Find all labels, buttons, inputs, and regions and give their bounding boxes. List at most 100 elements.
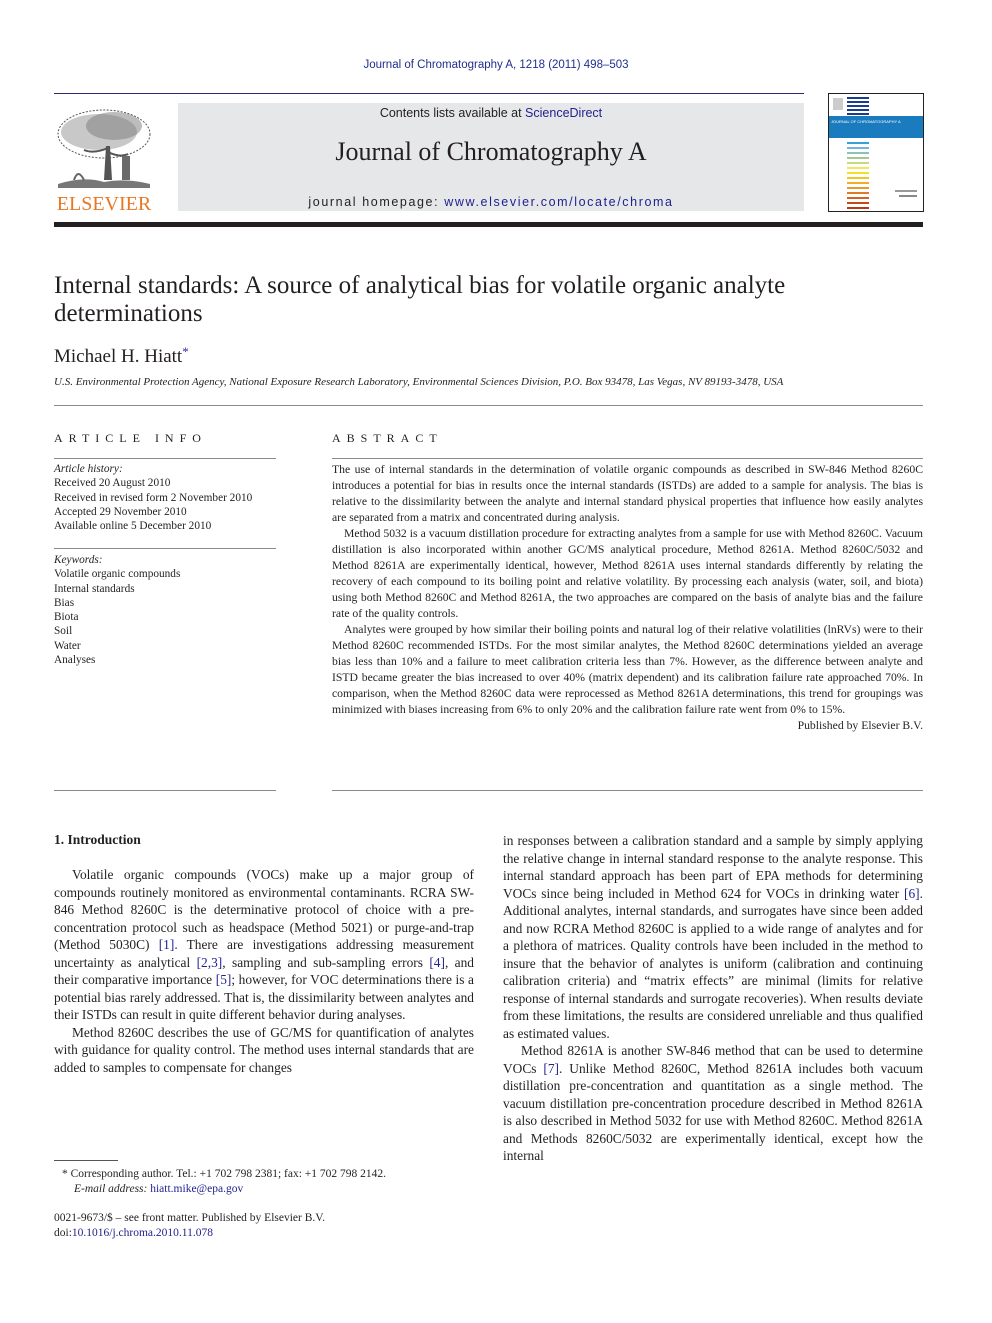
body-paragraph: in responses between a calibration stand… — [503, 832, 923, 1042]
cover-logo-icon — [833, 98, 843, 110]
body-paragraph: Method 8261A is another SW-846 method th… — [503, 1042, 923, 1165]
journal-title: Journal of Chromatography A — [335, 137, 647, 166]
article-history: Article history: Received 20 August 2010… — [54, 462, 284, 533]
divider — [54, 548, 276, 549]
cover-stripe — [847, 187, 869, 189]
footnote-rule — [54, 1160, 118, 1161]
doi-line: doi:10.1016/j.chroma.2010.11.078 — [54, 1226, 474, 1241]
history-item: Received 20 August 2010 — [54, 477, 171, 490]
cover-stripe — [847, 192, 869, 194]
citation-link[interactable]: [4] — [429, 955, 445, 970]
front-matter: 0021-9673/$ – see front matter. Publishe… — [54, 1211, 474, 1240]
cover-stripe — [847, 202, 869, 204]
cover-stripe — [847, 113, 869, 115]
running-head: Journal of Chromatography A, 1218 (2011)… — [363, 59, 629, 71]
journal-banner: Contents lists available at ScienceDirec… — [178, 103, 804, 211]
journal-homepage-link[interactable]: www.elsevier.com/locate/chroma — [444, 195, 673, 209]
corresponding-author-note: * Corresponding author. Tel.: +1 702 798… — [62, 1168, 387, 1180]
history-item: Received in revised form 2 November 2010 — [54, 491, 253, 504]
corresponding-author-mark[interactable]: * — [182, 344, 189, 359]
body-text: . Additional analytes, internal standard… — [503, 885, 923, 1041]
citation-link[interactable]: [6] — [904, 886, 920, 901]
keywords-label: Keywords: — [54, 554, 103, 566]
citation-link[interactable]: [2,3] — [197, 955, 223, 970]
cover-stripe — [847, 162, 869, 164]
history-item: Available online 5 December 2010 — [54, 520, 212, 533]
cover-stripe — [847, 177, 869, 179]
abstract-body: The use of internal standards in the det… — [332, 462, 923, 734]
sciencedirect-link[interactable]: ScienceDirect — [525, 106, 602, 120]
top-rule — [54, 93, 804, 94]
keyword-item: Volatile organic compounds — [54, 568, 181, 581]
cover-stripe — [847, 197, 869, 199]
homepage-line: journal homepage: www.elsevier.com/locat… — [178, 195, 804, 209]
homepage-prefix: journal homepage: — [308, 195, 445, 209]
cover-stripe — [847, 142, 869, 144]
author-name: Michael H. Hiatt — [54, 346, 183, 367]
cover-title: JOURNAL OF CHROMATOGRAPHY A — [831, 119, 901, 124]
doi-link[interactable]: 10.1016/j.chroma.2010.11.078 — [72, 1227, 213, 1239]
divider — [54, 790, 276, 791]
email-label: E-mail address: — [74, 1182, 151, 1195]
divider — [332, 458, 923, 459]
copyright-line: 0021-9673/$ – see front matter. Publishe… — [54, 1212, 325, 1224]
cover-stripe — [847, 147, 869, 149]
cover-stripe — [847, 97, 869, 99]
article-title: Internal standards: A source of analytic… — [54, 272, 786, 327]
article-history-label: Article history: — [54, 463, 123, 475]
keyword-item: Biota — [54, 611, 79, 624]
body-text: , sampling and sub-sampling errors — [222, 954, 430, 970]
author-line: Michael H. Hiatt* — [54, 344, 189, 368]
abstract-paragraph: Method 5032 is a vacuum distillation pro… — [332, 527, 923, 620]
cover-stripe — [847, 109, 869, 111]
cover-publisher-mark — [899, 195, 917, 197]
citation-link[interactable]: [7] — [543, 1061, 559, 1076]
cover-stripe — [847, 105, 869, 107]
divider — [54, 405, 923, 406]
tree-icon — [57, 109, 151, 188]
cover-stripe — [847, 182, 869, 184]
citation-link[interactable]: [1] — [159, 937, 175, 952]
cover-stripe — [847, 207, 869, 209]
body-text: in responses between a calibration stand… — [503, 833, 923, 901]
abstract-paragraph: The use of internal standards in the det… — [332, 463, 923, 524]
elsevier-wordmark: ELSEVIER — [56, 193, 152, 215]
cover-publisher-mark — [895, 190, 917, 192]
elsevier-logo[interactable]: ELSEVIER — [54, 106, 154, 216]
cover-stripe — [847, 167, 869, 169]
keyword-item: Water — [54, 639, 81, 652]
divider — [332, 790, 923, 791]
keyword-item: Analyses — [54, 654, 96, 667]
cover-stripe — [847, 152, 869, 154]
keyword-item: Soil — [54, 625, 73, 638]
divider — [54, 458, 276, 459]
section-heading-introduction: 1. Introduction — [54, 832, 141, 847]
footnote-corresponding: * Corresponding author. Tel.: +1 702 798… — [62, 1167, 482, 1196]
journal-cover-thumbnail[interactable]: JOURNAL OF CHROMATOGRAPHY A — [828, 93, 924, 212]
cover-stripe — [847, 101, 869, 103]
email-line: E-mail address: hiatt.mike@epa.gov — [62, 1182, 482, 1197]
abstract-heading: ABSTRACT — [332, 431, 443, 445]
body-column-right: in responses between a calibration stand… — [503, 832, 923, 1165]
doi-prefix: doi: — [54, 1226, 72, 1239]
article-info-heading: ARTICLE INFO — [54, 431, 207, 445]
body-paragraph: Method 8260C describes the use of GC/MS … — [54, 1024, 474, 1077]
header-rule — [54, 222, 923, 227]
email-link[interactable]: hiatt.mike@epa.gov — [150, 1183, 243, 1195]
affiliation: U.S. Environmental Protection Agency, Na… — [54, 376, 784, 388]
keywords: Keywords: Volatile organic compounds Int… — [54, 553, 284, 667]
cover-title-band: JOURNAL OF CHROMATOGRAPHY A — [829, 116, 923, 138]
keyword-item: Internal standards — [54, 582, 135, 595]
cover-stripe — [847, 172, 869, 174]
cover-stripe — [847, 157, 869, 159]
body-paragraph: Volatile organic compounds (VOCs) make u… — [54, 866, 474, 1024]
body-text: . Unlike Method 8260C, Method 8261A incl… — [503, 1060, 923, 1164]
body-column-left: Volatile organic compounds (VOCs) make u… — [54, 866, 474, 1076]
history-item: Accepted 29 November 2010 — [54, 505, 187, 518]
published-by: Published by Elsevier B.V. — [797, 719, 923, 732]
contents-line: Contents lists available at ScienceDirec… — [178, 106, 804, 120]
citation-link[interactable]: [5] — [216, 972, 232, 987]
body-text: Method 8260C describes the use of GC/MS … — [54, 1024, 474, 1075]
contents-prefix: Contents lists available at — [379, 106, 526, 120]
abstract-paragraph: Analytes were grouped by how similar the… — [332, 623, 923, 716]
